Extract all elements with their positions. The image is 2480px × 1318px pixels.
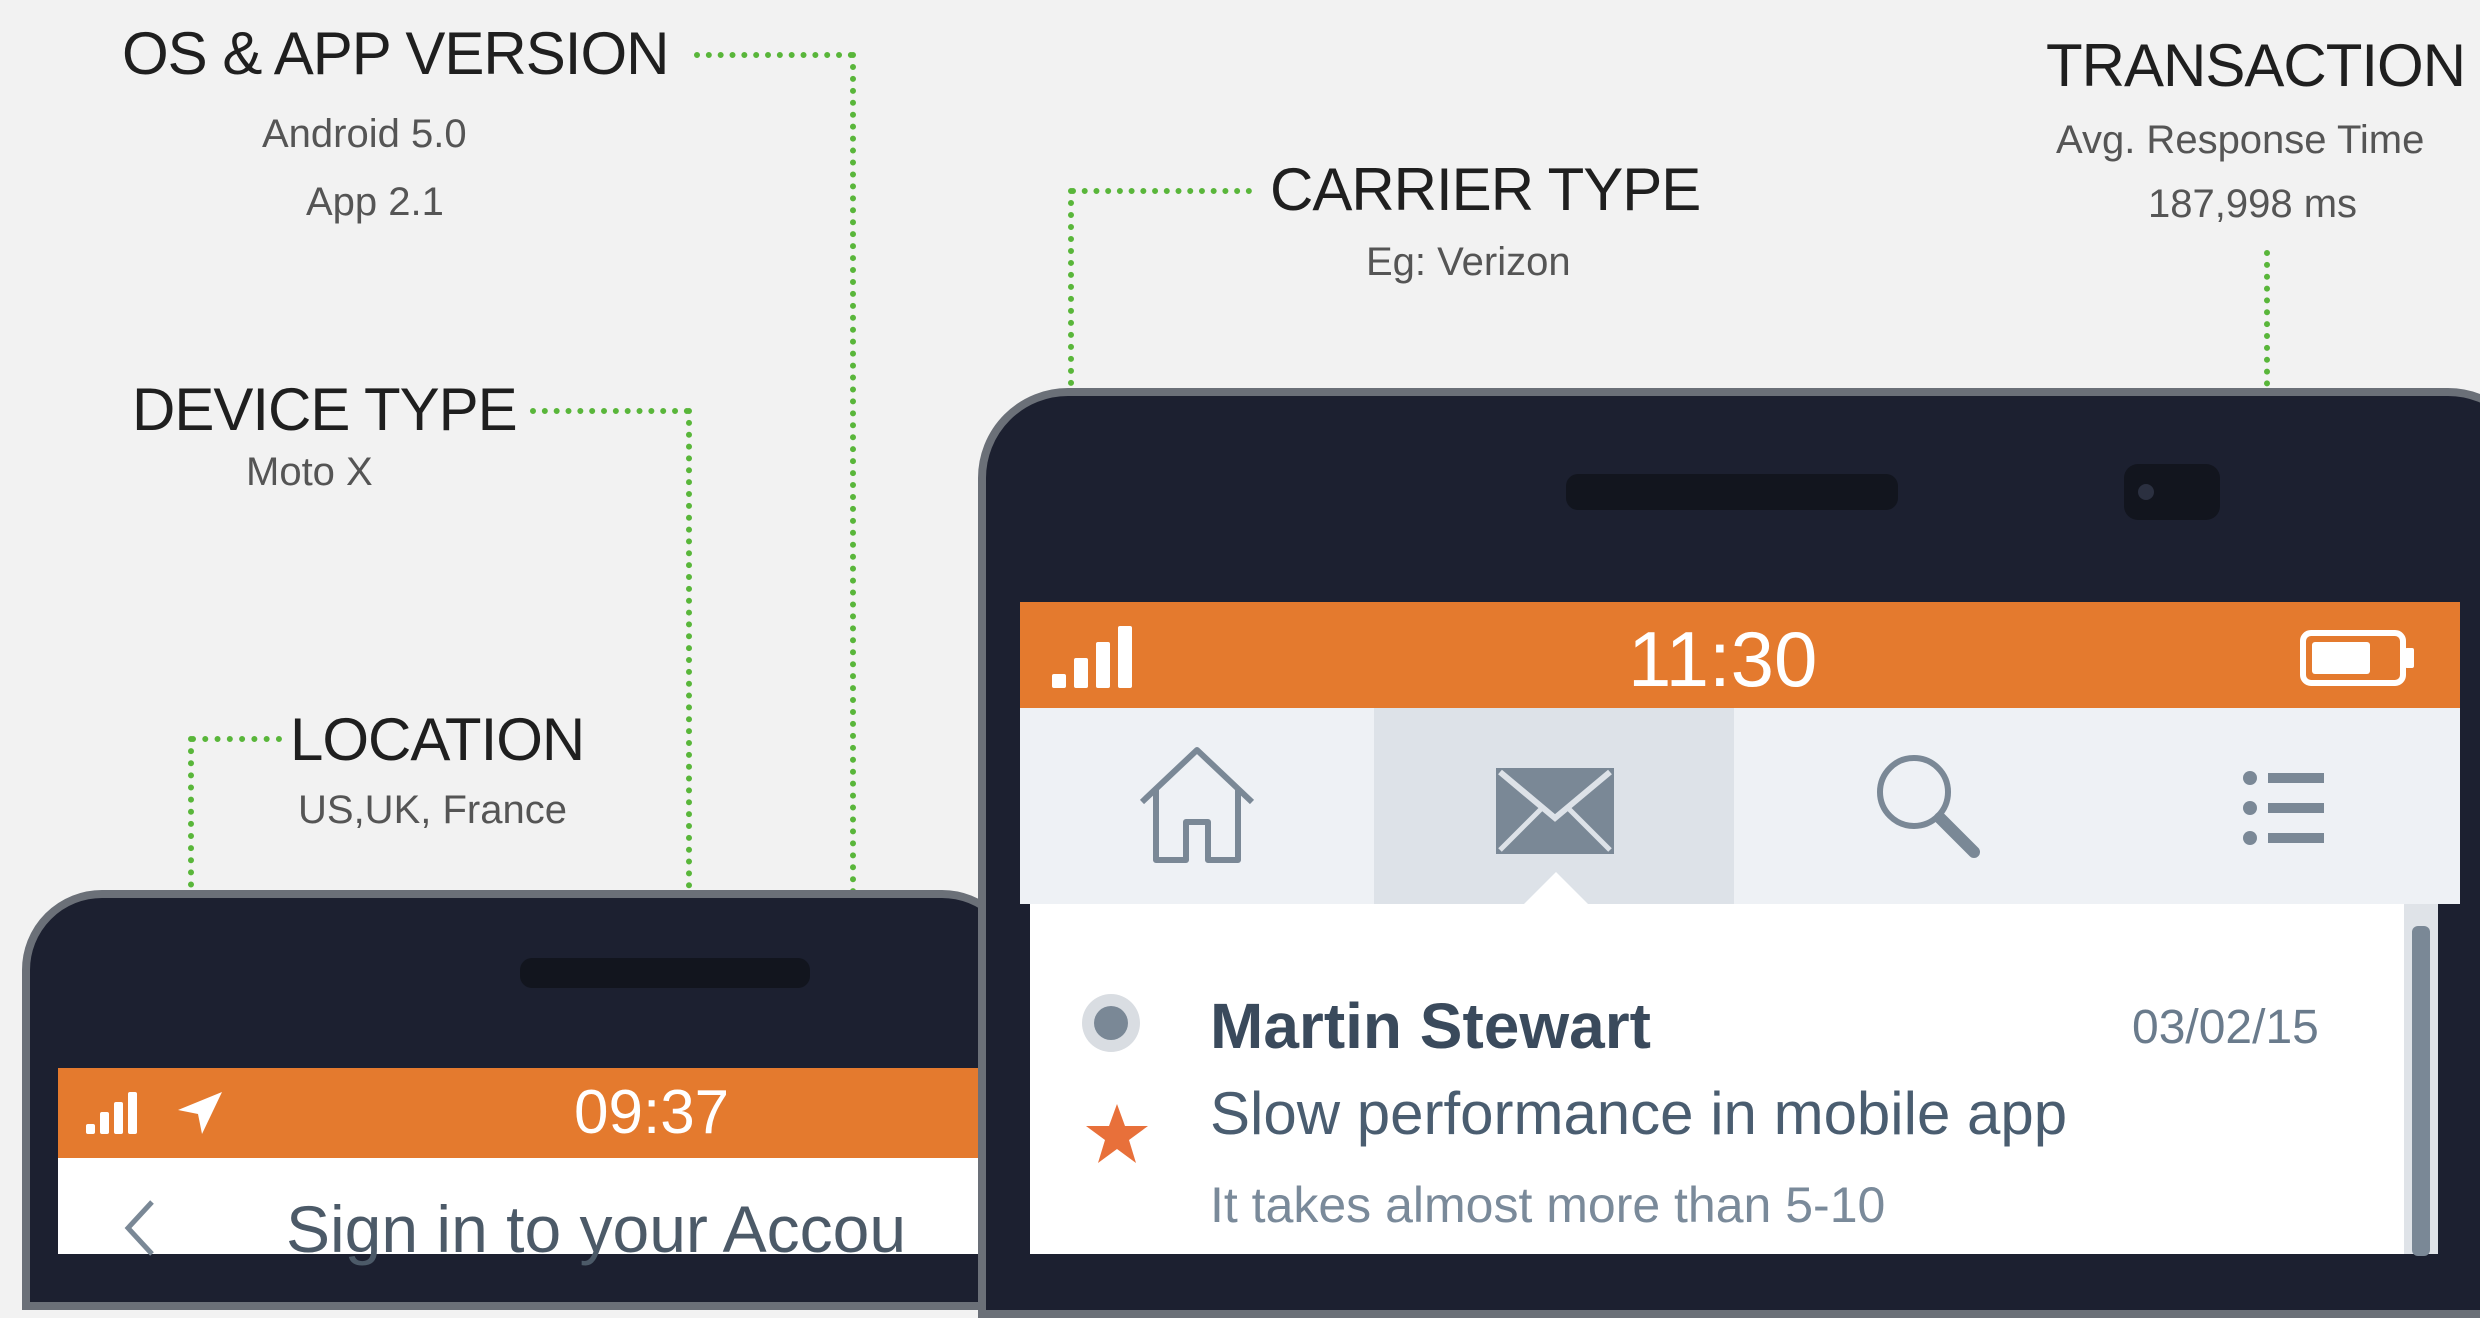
connector-line: [530, 408, 690, 414]
phone-camera: [2124, 464, 2220, 520]
annotation-title: TRANSACTION: [2046, 32, 2466, 99]
annotation-title: DEVICE TYPE: [132, 376, 518, 443]
annotation-detail: App 2.1: [306, 180, 444, 224]
tab-list[interactable]: [2094, 708, 2460, 904]
right-status-time: 11:30: [1628, 615, 1818, 703]
location-arrow-icon: [178, 1092, 222, 1134]
search-icon: [1877, 755, 1980, 858]
tab-home[interactable]: [1020, 708, 1374, 904]
list-icon: [2243, 771, 2324, 845]
mail-icon: [1496, 768, 1614, 854]
annotation-detail: Moto X: [246, 450, 373, 494]
connector-line: [190, 736, 282, 742]
phone-speaker: [520, 958, 810, 988]
home-icon: [1139, 747, 1255, 863]
message-subject[interactable]: Slow performance in mobile app: [1210, 1084, 2067, 1144]
annotation-detail: Android 5.0: [262, 112, 467, 156]
annotation-title: OS & APP VERSION: [122, 20, 669, 87]
scrollbar-track[interactable]: [2404, 904, 2438, 1256]
left-screen: Sign in to your Accou: [58, 1158, 1058, 1262]
message-preview: It takes almost more than 5-10: [1210, 1177, 1886, 1233]
back-chevron-icon[interactable]: [120, 1198, 160, 1258]
scrollbar-thumb[interactable]: [2412, 926, 2430, 1256]
connector-line: [1070, 188, 1252, 194]
annotation-detail: Eg: Verizon: [1366, 240, 1571, 284]
signal-icon: [1052, 626, 1136, 688]
tab-search[interactable]: [1734, 708, 2094, 904]
active-tab-pointer: [1520, 872, 1592, 908]
message-sender[interactable]: Martin Stewart: [1210, 994, 1651, 1058]
annotation-detail: 187,998 ms: [2148, 182, 2358, 226]
connector-line: [694, 52, 854, 58]
signal-icon: [86, 1092, 140, 1134]
annotation-detail: Avg. Response Time: [2056, 118, 2425, 162]
message-date: 03/02/15: [2132, 1001, 2319, 1054]
annotation-title: LOCATION: [290, 706, 585, 773]
screen-title: Sign in to your Accou: [286, 1192, 907, 1266]
battery-icon: [2300, 630, 2414, 686]
connector-line: [686, 408, 692, 948]
left-status-time: 09:37: [574, 1078, 730, 1147]
phone-speaker: [1566, 474, 1898, 510]
tab-bar: [1020, 708, 2460, 904]
right-status-bar: 11:30: [1020, 602, 2460, 708]
star-icon[interactable]: [1084, 1102, 1150, 1166]
message-list: Martin Stewart 03/02/15 Slow performance…: [1030, 904, 2430, 1254]
unread-dot-icon: [1082, 994, 1140, 1052]
annotation-title: CARRIER TYPE: [1270, 156, 1701, 223]
annotation-detail: US,UK, France: [298, 788, 567, 832]
left-status-bar: 09:37: [58, 1068, 1058, 1158]
